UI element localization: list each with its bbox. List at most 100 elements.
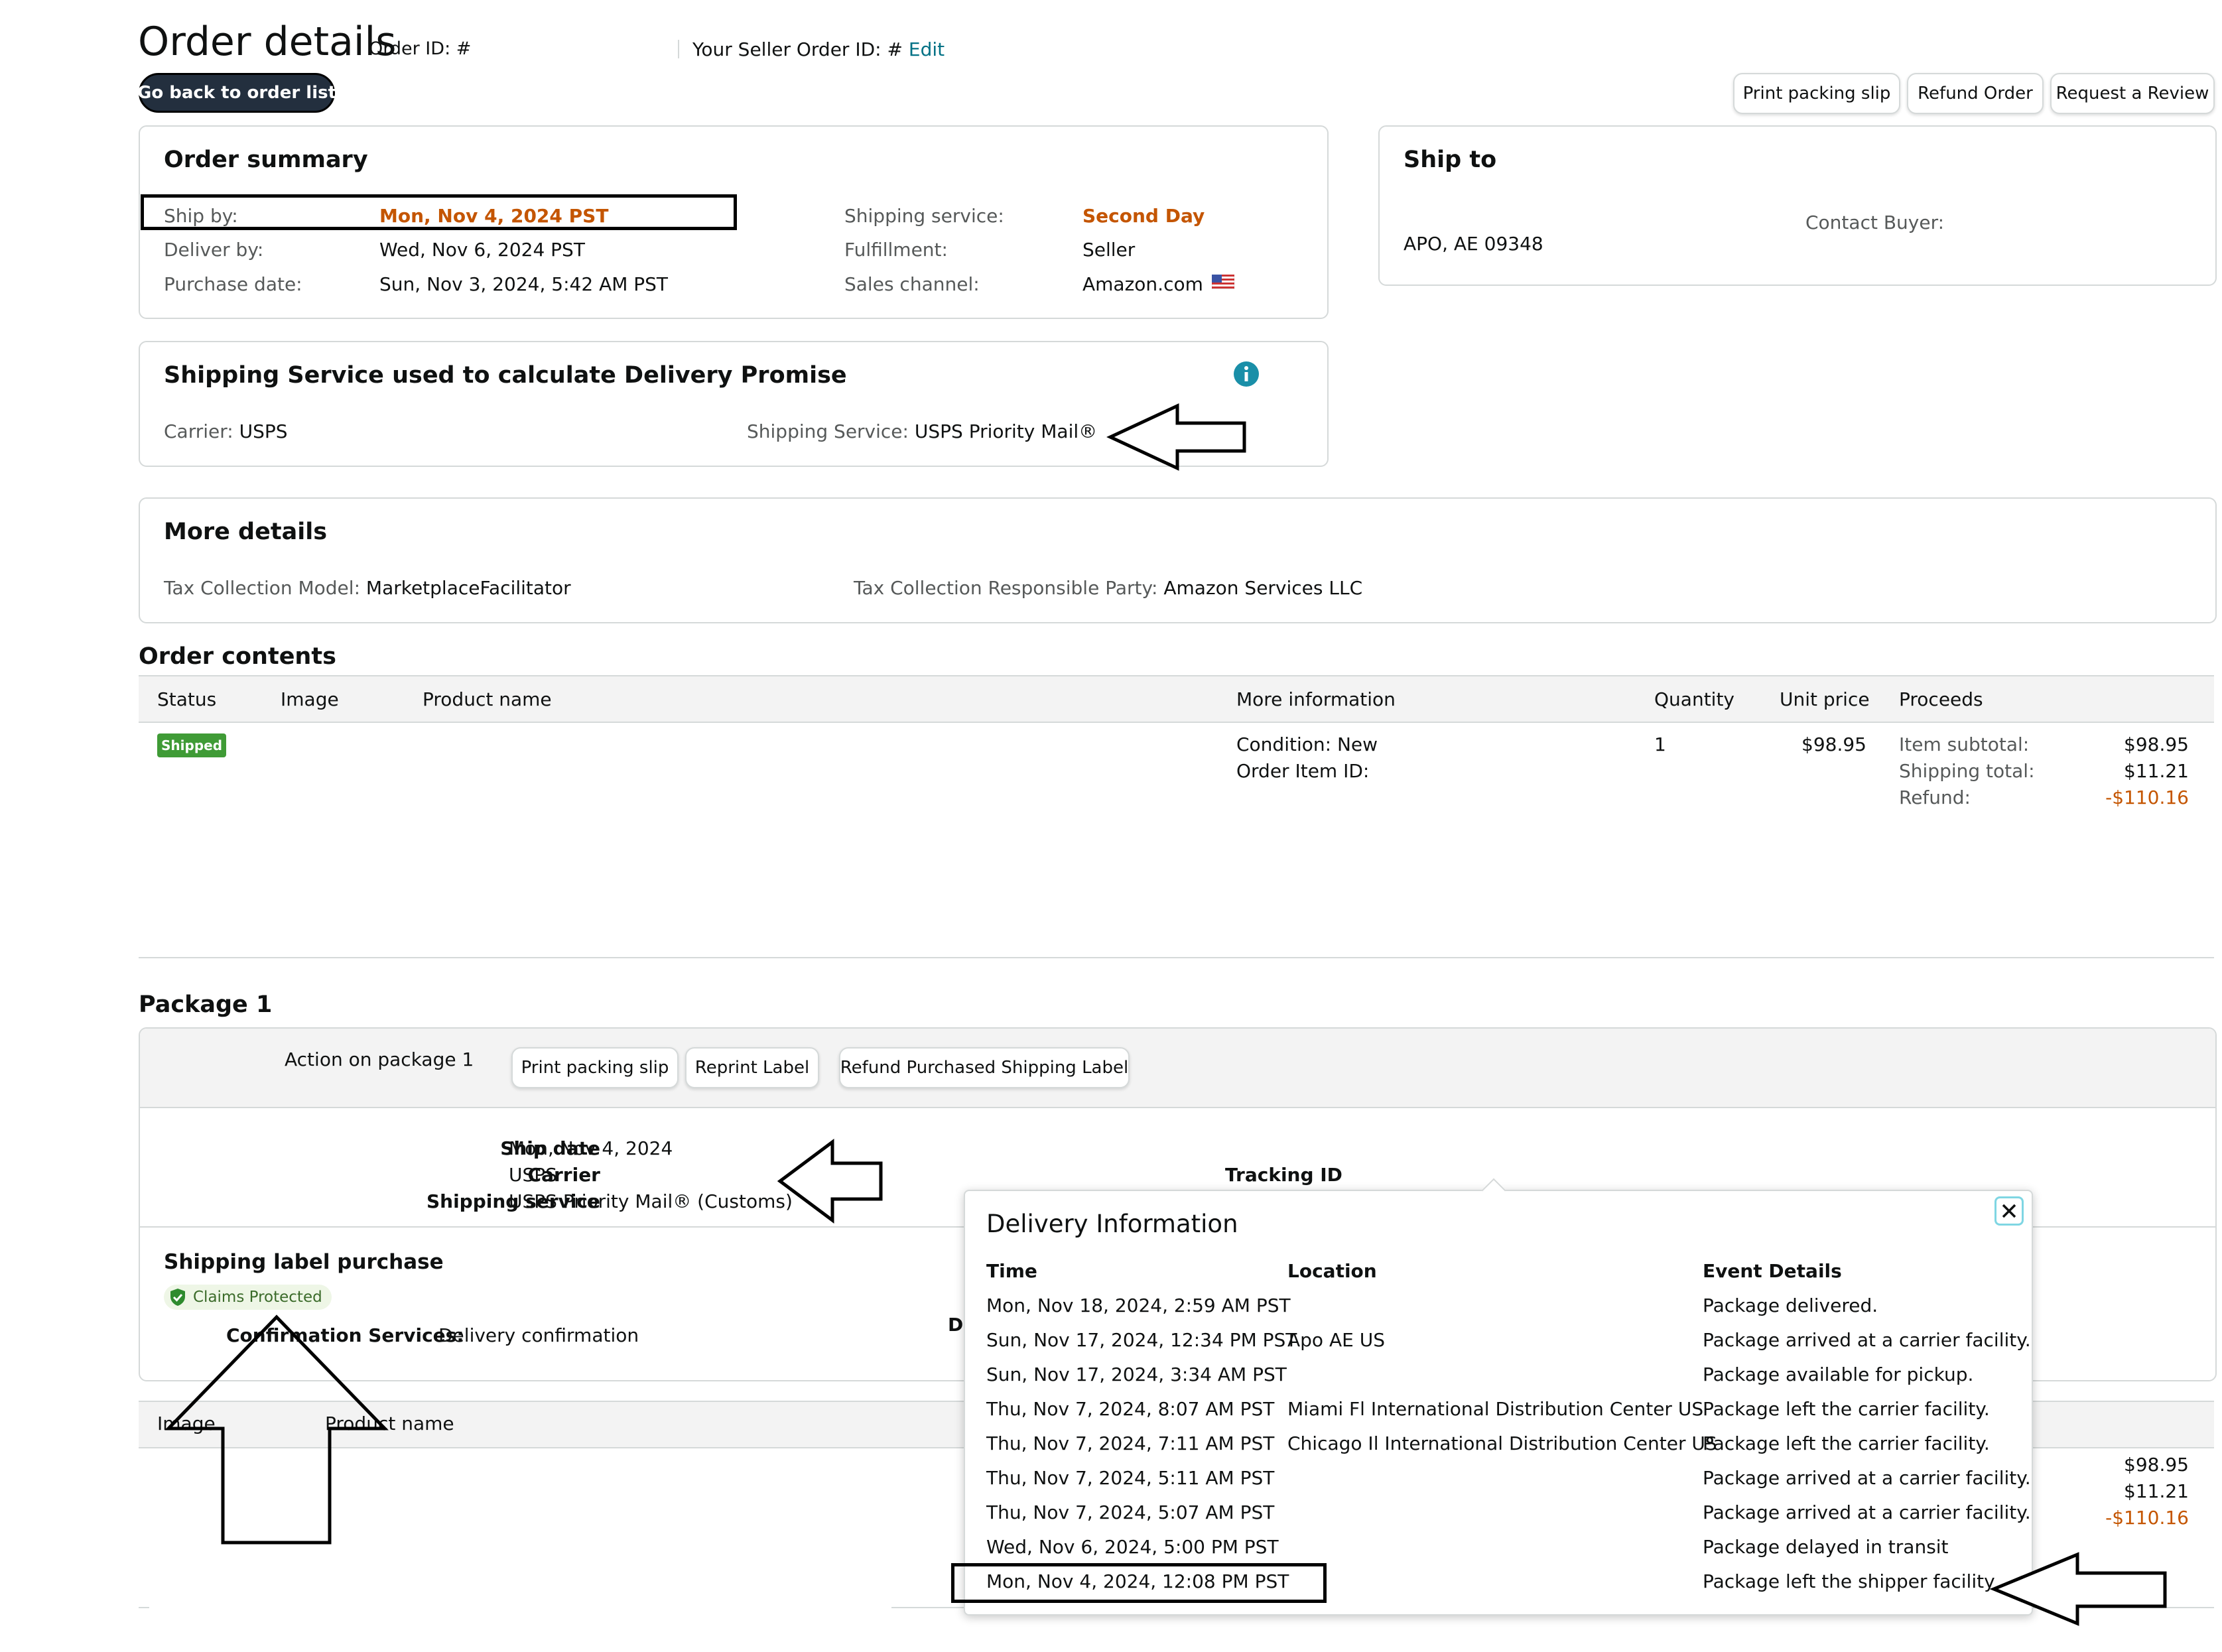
order-summary-title: Order summary (164, 147, 368, 173)
col-image: Image (281, 688, 339, 710)
item-subtotal-value: $98.95 (2124, 733, 2189, 755)
close-icon (2002, 1204, 2016, 1218)
event-details: Package arrived at a carrier facility. (1703, 1501, 2031, 1523)
contact-buyer-label[interactable]: Contact Buyer: (1805, 212, 1944, 233)
tax-model: Tax Collection Model: MarketplaceFacilit… (164, 577, 571, 599)
edit-link[interactable]: Edit (909, 38, 945, 60)
event-time: Thu, Nov 7, 2024, 8:07 AM PST (986, 1398, 1275, 1420)
annotation-arrow-left-3 (1989, 1552, 2167, 1626)
event-time: Sun, Nov 17, 2024, 12:34 PM PST (986, 1329, 1297, 1351)
delivery-info-title: Delivery Information (986, 1210, 1238, 1238)
event-details: Package delayed in transit (1703, 1536, 1949, 1558)
event-details: Package left the carrier facility. (1703, 1398, 1990, 1420)
header-divider (678, 40, 679, 58)
col-unit-price: Unit price (1780, 688, 1870, 710)
annotation-arrow-up (164, 1314, 389, 1545)
tax-party: Tax Collection Responsible Party: Amazon… (854, 577, 1362, 599)
status-badge: Shipped (157, 733, 227, 757)
fulfillment-value: Seller (1082, 239, 1136, 261)
confirmation-services-value: Delivery confirmation (438, 1324, 639, 1346)
event-location: Chicago Il International Distribution Ce… (1287, 1432, 1717, 1454)
delivery-col-location: Location (1287, 1260, 1377, 1282)
tax-model-value: MarketplaceFacilitator (365, 577, 571, 599)
more-details-title: More details (164, 519, 328, 545)
event-time: Mon, Nov 18, 2024, 2:59 AM PST (986, 1295, 1291, 1316)
promise-service-label: Shipping Service: (747, 420, 909, 442)
fulfillment-label: Fulfillment: (844, 239, 948, 261)
sales-channel-label: Sales channel: (844, 273, 980, 295)
sales-channel-text: Amazon.com (1082, 273, 1203, 295)
ship-date-value: Mon, Nov 4, 2024 (509, 1137, 673, 1159)
promise-carrier: Carrier: USPS (164, 420, 288, 442)
delivery-promise-title: Shipping Service used to calculate Deliv… (164, 362, 847, 389)
close-button[interactable] (1994, 1196, 2024, 1226)
deliver-by-value: Wed, Nov 6, 2024 PST (379, 239, 585, 261)
refund-shipping-label-button[interactable]: Refund Purchased Shipping Label (839, 1047, 1130, 1088)
event-time: Sun, Nov 17, 2024, 3:34 AM PST (986, 1364, 1287, 1385)
event-time: Thu, Nov 7, 2024, 5:07 AM PST (986, 1501, 1275, 1523)
pkg-total-1: $98.95 (2124, 1454, 2189, 1476)
order-id-label: Order ID: # (369, 38, 472, 59)
reprint-label-button[interactable]: Reprint Label (685, 1047, 819, 1088)
event-details: Package delivered. (1703, 1295, 1878, 1316)
col-more-info: More information (1236, 688, 1396, 710)
refund-label: Refund: (1899, 787, 1971, 808)
event-details: Package arrived at a carrier facility. (1703, 1467, 2031, 1489)
annotation-box-shipper-time (951, 1563, 1327, 1603)
back-to-order-list-button[interactable]: Go back to order list (137, 73, 336, 113)
event-details: Package arrived at a carrier facility. (1703, 1329, 2031, 1351)
bottom-divider-left (139, 1607, 149, 1608)
tax-party-label: Tax Collection Responsible Party: (854, 577, 1158, 599)
order-contents-title: Order contents (139, 643, 336, 670)
shipping-total-label: Shipping total: (1899, 760, 2035, 782)
claims-protected-text: Claims Protected (193, 1289, 322, 1306)
tracking-id-label: Tracking ID (1225, 1164, 1342, 1186)
promise-service: Shipping Service: USPS Priority Mail® (747, 420, 1097, 442)
package-print-packing-slip-button[interactable]: Print packing slip (511, 1047, 679, 1088)
delivery-col-event: Event Details (1703, 1260, 1842, 1282)
event-time: Wed, Nov 6, 2024, 5:00 PM PST (986, 1536, 1279, 1558)
pkg-total-3: -$110.16 (2105, 1507, 2189, 1529)
seller-order-id-label: Your Seller Order ID: # (692, 38, 903, 60)
label-purchase-title: Shipping label purchase (164, 1250, 444, 1274)
print-packing-slip-button[interactable]: Print packing slip (1733, 73, 1900, 114)
unit-price-value: $98.95 (1801, 733, 1866, 755)
col-quantity: Quantity (1654, 688, 1734, 710)
more-details-card: More details Tax Collection Model: Marke… (139, 497, 2217, 623)
item-subtotal-label: Item subtotal: (1899, 733, 2030, 755)
action-on-package-label: Action on package 1 (285, 1048, 474, 1070)
package-title: Package 1 (139, 991, 273, 1018)
purchase-date-value: Sun, Nov 3, 2024, 5:42 AM PST (379, 273, 669, 295)
order-item-id: Order Item ID: (1236, 760, 1370, 782)
promise-carrier-label: Carrier: (164, 420, 233, 442)
event-location: Apo AE US (1287, 1329, 1385, 1351)
deliver-by-label: Deliver by: (164, 239, 264, 261)
condition-text: Condition: New (1236, 733, 1378, 755)
sales-channel-value: Amazon.com (1082, 273, 1235, 295)
col-status: Status (157, 688, 217, 710)
col-proceeds: Proceeds (1899, 688, 1983, 710)
delivery-info-popover: Delivery Information Time Location Event… (964, 1178, 2033, 1616)
quantity-value: 1 (1654, 733, 1666, 755)
seller-order-id: Your Seller Order ID: # Edit (692, 38, 945, 60)
ship-to-address: APO, AE 09348 (1404, 233, 1543, 255)
shipping-total-value: $11.21 (2124, 760, 2189, 782)
info-icon[interactable] (1233, 361, 1260, 387)
delivery-col-time: Time (986, 1260, 1037, 1282)
col-product-name: Product name (423, 688, 552, 710)
ship-to-card: Ship to APO, AE 09348 Contact Buyer: (1378, 125, 2217, 286)
annotation-arrow-left-1 (1106, 403, 1246, 471)
page-title: Order details (138, 19, 397, 65)
us-flag-icon (1211, 274, 1235, 290)
ship-to-title: Ship to (1404, 147, 1497, 173)
shipping-service-label: Shipping service: (844, 205, 1004, 227)
purchase-date-label: Purchase date: (164, 273, 302, 295)
request-review-button[interactable]: Request a Review (2050, 73, 2215, 114)
refund-order-button[interactable]: Refund Order (1907, 73, 2044, 114)
tax-model-label: Tax Collection Model: (164, 577, 360, 599)
annotation-arrow-left-2 (777, 1139, 883, 1224)
pkg-total-2: $11.21 (2124, 1480, 2189, 1502)
shipping-service-value-pkg: USPS Priority Mail® (Customs) (509, 1190, 793, 1212)
event-time: Thu, Nov 7, 2024, 7:11 AM PST (986, 1432, 1275, 1454)
event-details: Package available for pickup. (1703, 1364, 1974, 1385)
